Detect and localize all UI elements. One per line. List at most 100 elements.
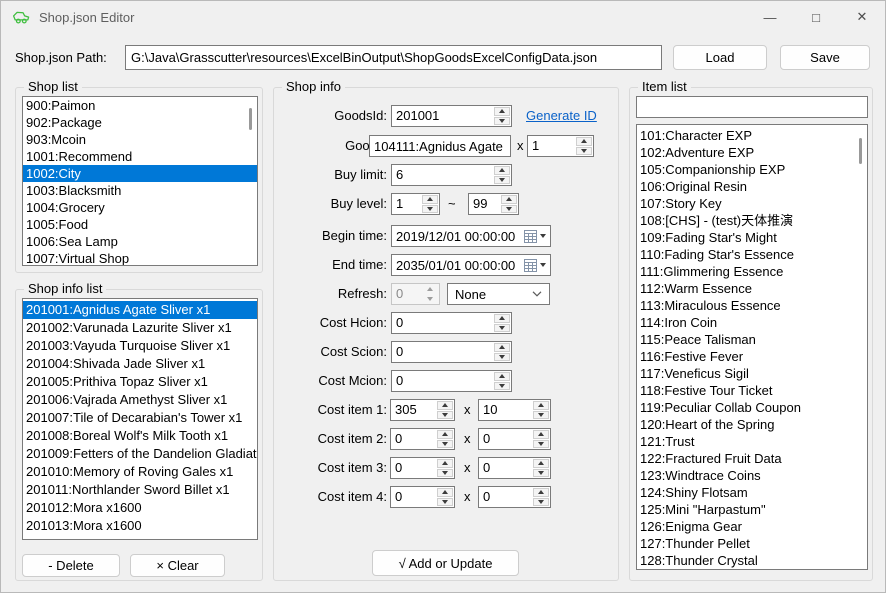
shop-list-item[interactable]: 1007:Virtual Shop: [23, 250, 257, 266]
spin-up-icon[interactable]: [437, 459, 453, 468]
spin-up-icon[interactable]: [533, 401, 549, 410]
spin-down-icon[interactable]: [494, 382, 510, 391]
spin-up-icon[interactable]: [437, 488, 453, 497]
buy-level-max-spinner[interactable]: 99: [468, 193, 519, 215]
refresh-mode-select[interactable]: None: [447, 283, 550, 305]
spin-down-icon[interactable]: [494, 117, 510, 126]
spin-down-icon[interactable]: [494, 324, 510, 333]
generate-id-link[interactable]: Generate ID: [526, 105, 597, 127]
shop-info-list-item[interactable]: 201011:Northlander Sword Billet x1: [23, 481, 257, 499]
spin-down-icon[interactable]: [533, 498, 549, 507]
spin-down-icon[interactable]: [437, 440, 453, 449]
item-list-item[interactable]: 108:[CHS] - (test)天体推演: [637, 212, 867, 229]
load-button[interactable]: Load: [673, 45, 767, 70]
cost-mcion-spinner[interactable]: 0: [391, 370, 512, 392]
item-list-item[interactable]: 128:Thunder Crystal: [637, 552, 867, 569]
dropdown-arrow-icon[interactable]: [540, 263, 546, 267]
spin-up-icon[interactable]: [533, 459, 549, 468]
shop-list-item[interactable]: 903:Mcoin: [23, 131, 257, 148]
item-list-item[interactable]: 115:Peace Talisman: [637, 331, 867, 348]
spin-up-icon[interactable]: [494, 372, 510, 381]
maximize-icon[interactable]: □: [793, 1, 839, 33]
spin-up-icon[interactable]: [422, 195, 438, 204]
item-list-item[interactable]: 117:Veneficus Sigil: [637, 365, 867, 382]
scrollbar-thumb[interactable]: [859, 138, 862, 164]
cost-item-1-id-spinner[interactable]: 305: [390, 399, 455, 421]
shop-info-list-item[interactable]: 201009:Fetters of the Dandelion Gladiato…: [23, 445, 257, 463]
spin-up-icon[interactable]: [437, 401, 453, 410]
item-list-item[interactable]: 123:Windtrace Coins: [637, 467, 867, 484]
close-icon[interactable]: ✕: [839, 1, 885, 33]
cost-item-1-count-spinner[interactable]: 10: [478, 399, 551, 421]
item-list-item[interactable]: 124:Shiny Flotsam: [637, 484, 867, 501]
item-list-item[interactable]: 101:Character EXP: [637, 127, 867, 144]
item-list-item[interactable]: 102:Adventure EXP: [637, 144, 867, 161]
spin-down-icon[interactable]: [494, 176, 510, 185]
spin-up-icon[interactable]: [533, 430, 549, 439]
shop-list-item[interactable]: 1001:Recommend: [23, 148, 257, 165]
item-list-item[interactable]: 109:Fading Star's Might: [637, 229, 867, 246]
cost-item-3-count-spinner[interactable]: 0: [478, 457, 551, 479]
spin-down-icon[interactable]: [501, 205, 517, 214]
item-list-item[interactable]: 125:Mini "Harpastum": [637, 501, 867, 518]
item-search-input[interactable]: [636, 96, 868, 118]
spin-down-icon[interactable]: [437, 498, 453, 507]
shop-info-list-item[interactable]: 201004:Shivada Jade Sliver x1: [23, 355, 257, 373]
cost-hcion-spinner[interactable]: 0: [391, 312, 512, 334]
end-time-picker[interactable]: 2035/01/01 00:00:00: [391, 254, 551, 276]
goodsid-spinner[interactable]: 201001: [391, 105, 512, 127]
spin-up-icon[interactable]: [494, 343, 510, 352]
item-list-item[interactable]: 118:Festive Tour Ticket: [637, 382, 867, 399]
spin-down-icon[interactable]: [422, 205, 438, 214]
item-list-item[interactable]: 116:Festive Fever: [637, 348, 867, 365]
cost-item-2-id-spinner[interactable]: 0: [390, 428, 455, 450]
shop-list-item[interactable]: 1005:Food: [23, 216, 257, 233]
save-button[interactable]: Save: [780, 45, 870, 70]
dropdown-arrow-icon[interactable]: [540, 234, 546, 238]
spin-up-icon[interactable]: [437, 430, 453, 439]
shop-info-list-item[interactable]: 201010:Memory of Roving Gales x1: [23, 463, 257, 481]
item-list-item[interactable]: 126:Enigma Gear: [637, 518, 867, 535]
spin-up-icon[interactable]: [533, 488, 549, 497]
item-list-item[interactable]: 119:Peculiar Collab Coupon: [637, 399, 867, 416]
shop-info-list-item[interactable]: 201012:Mora x1600: [23, 499, 257, 517]
clear-button[interactable]: × Clear: [130, 554, 225, 577]
shop-info-list-item[interactable]: 201006:Vajrada Amethyst Sliver x1: [23, 391, 257, 409]
buy-level-min-spinner[interactable]: 1: [391, 193, 440, 215]
shop-list-item[interactable]: 1003:Blacksmith: [23, 182, 257, 199]
cost-item-4-count-spinner[interactable]: 0: [478, 486, 551, 508]
spin-up-icon[interactable]: [422, 285, 438, 294]
item-list-item[interactable]: 121:Trust: [637, 433, 867, 450]
shop-info-list-item[interactable]: 201008:Boreal Wolf's Milk Tooth x1: [23, 427, 257, 445]
shop-list-item[interactable]: 902:Package: [23, 114, 257, 131]
spin-down-icon[interactable]: [437, 469, 453, 478]
spin-down-icon[interactable]: [422, 295, 438, 304]
buy-limit-spinner[interactable]: 6: [391, 164, 512, 186]
item-list-item[interactable]: 113:Miraculous Essence: [637, 297, 867, 314]
shop-list-item[interactable]: 1002:City: [23, 165, 257, 182]
cost-scion-spinner[interactable]: 0: [391, 341, 512, 363]
item-list-item[interactable]: 107:Story Key: [637, 195, 867, 212]
minimize-icon[interactable]: —: [747, 1, 793, 33]
goods-count-spinner[interactable]: 1: [527, 135, 594, 157]
spin-up-icon[interactable]: [576, 137, 592, 146]
shop-info-list-item[interactable]: 201005:Prithiva Topaz Sliver x1: [23, 373, 257, 391]
spin-up-icon[interactable]: [494, 107, 510, 116]
item-list-item[interactable]: 120:Heart of the Spring: [637, 416, 867, 433]
delete-button[interactable]: - Delete: [22, 554, 120, 577]
spin-up-icon[interactable]: [494, 314, 510, 323]
shop-info-list-item[interactable]: 201002:Varunada Lazurite Sliver x1: [23, 319, 257, 337]
spin-down-icon[interactable]: [437, 411, 453, 420]
shop-info-list-item[interactable]: 201007:Tile of Decarabian's Tower x1: [23, 409, 257, 427]
scrollbar-thumb[interactable]: [249, 108, 252, 130]
spin-down-icon[interactable]: [533, 440, 549, 449]
spin-down-icon[interactable]: [533, 469, 549, 478]
item-list-item[interactable]: 111:Glimmering Essence: [637, 263, 867, 280]
shop-info-list-item[interactable]: 201003:Vayuda Turquoise Sliver x1: [23, 337, 257, 355]
item-list-item[interactable]: 110:Fading Star's Essence: [637, 246, 867, 263]
cost-item-3-id-spinner[interactable]: 0: [390, 457, 455, 479]
shop-list-item[interactable]: 1006:Sea Lamp: [23, 233, 257, 250]
spin-down-icon[interactable]: [533, 411, 549, 420]
item-list-item[interactable]: 127:Thunder Pellet: [637, 535, 867, 552]
item-list-item[interactable]: 112:Warm Essence: [637, 280, 867, 297]
